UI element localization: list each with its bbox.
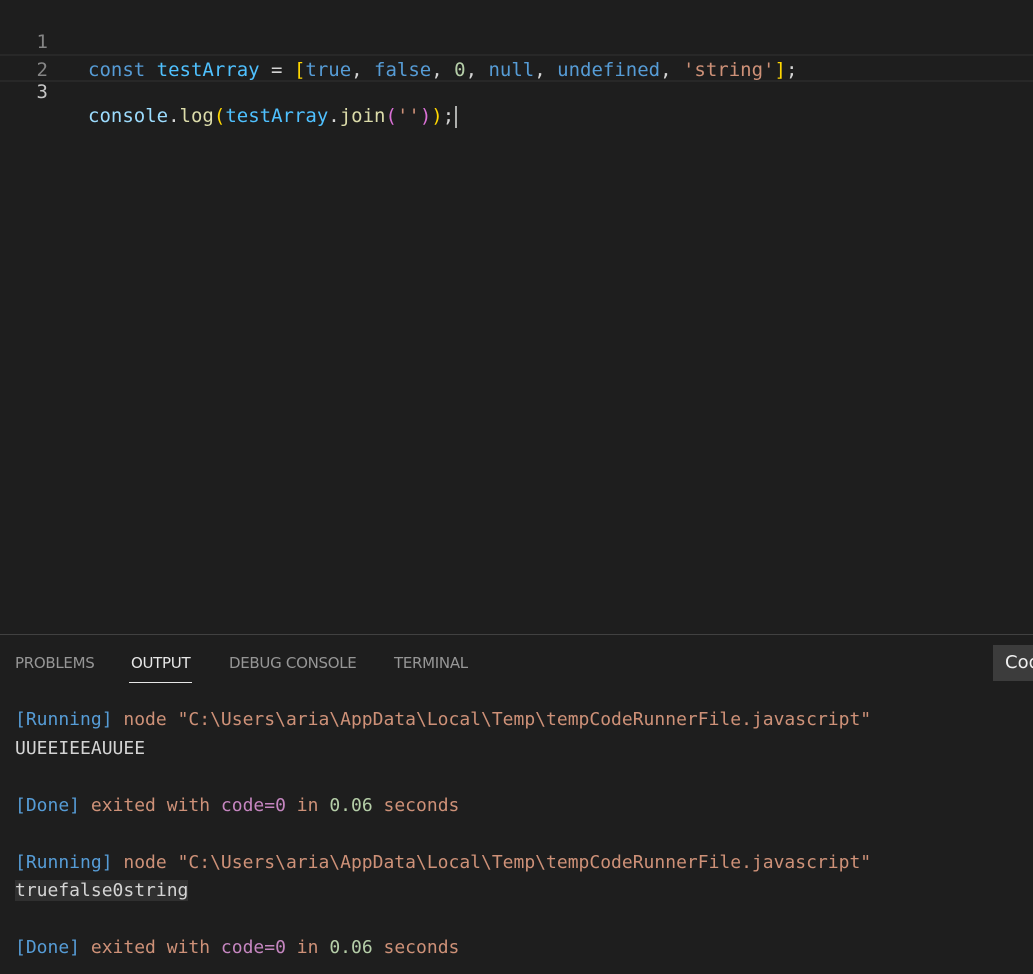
dot: . — [168, 105, 180, 127]
paren: ) — [419, 105, 432, 127]
exit-text: in — [285, 937, 330, 958]
running-tag: [Running] — [15, 709, 113, 730]
exit-text: seconds — [372, 937, 460, 958]
paren: ( — [213, 105, 226, 127]
bottom-panel: PROBLEMS OUTPUT DEBUG CONSOLE TERMINAL C… — [0, 634, 1033, 974]
program-output: UUEEIEEAUUEE — [15, 738, 146, 759]
done-tag: [Done] — [15, 795, 81, 816]
done-tag: [Done] — [15, 937, 81, 958]
exit-text: seconds — [372, 795, 460, 816]
exit-code: code=0 — [220, 795, 286, 816]
identifier-console: console — [88, 105, 169, 127]
method-log: log — [179, 105, 214, 127]
dot: . — [328, 105, 340, 127]
panel-tabs: PROBLEMS OUTPUT DEBUG CONSOLE TERMINAL C… — [0, 635, 1033, 689]
code-editor[interactable]: 1 const testArray = [true, false, 0, nul… — [0, 0, 1033, 634]
running-tag: [Running] — [15, 852, 113, 873]
exit-text: exited with — [80, 937, 221, 958]
tab-output[interactable]: OUTPUT — [128, 654, 193, 683]
output-line: [Running] node "C:\Users\aria\AppData\Lo… — [15, 707, 871, 733]
run-command: node "C:\Users\aria\AppData\Local\Temp\t… — [112, 852, 872, 873]
exit-text: exited with — [80, 795, 221, 816]
output-line: truefalse0string — [15, 878, 189, 904]
text-cursor — [455, 105, 458, 128]
semicolon: ; — [442, 105, 455, 127]
tab-problems[interactable]: PROBLEMS — [15, 654, 95, 672]
line-code: console.log(testArray.join('')); — [88, 104, 458, 128]
paren: ( — [385, 105, 397, 127]
run-command: node "C:\Users\aria\AppData\Local\Temp\t… — [112, 709, 872, 730]
exit-text: in — [285, 795, 330, 816]
output-line: UUEEIEEAUUEE — [15, 736, 145, 762]
output-line: [Running] node "C:\Users\aria\AppData\Lo… — [15, 850, 871, 876]
tab-terminal[interactable]: TERMINAL — [394, 654, 468, 672]
method-join: join — [339, 105, 386, 127]
tab-debug-console[interactable]: DEBUG CONSOLE — [229, 654, 357, 672]
literal-string: '' — [396, 105, 420, 127]
line-number: 3 — [36, 81, 48, 103]
elapsed-time: 0.06 — [329, 937, 373, 958]
paren: ) — [431, 105, 443, 127]
program-output: truefalse0string — [15, 880, 189, 901]
code-line-1[interactable]: 1 const testArray = [true, false, 0, nul… — [0, 0, 1033, 81]
identifier: testArray — [225, 105, 329, 127]
elapsed-time: 0.06 — [329, 795, 373, 816]
output-line: [Done] exited with code=0 in 0.06 second… — [15, 793, 459, 819]
code-line-3[interactable]: 3 console.log(testArray.join('')); — [0, 54, 1033, 128]
output-channel-select[interactable]: Code — [993, 645, 1033, 681]
code-line-2[interactable]: 2 — [0, 28, 1033, 81]
output-line: [Done] exited with code=0 in 0.06 second… — [15, 935, 459, 961]
exit-code: code=0 — [220, 937, 286, 958]
